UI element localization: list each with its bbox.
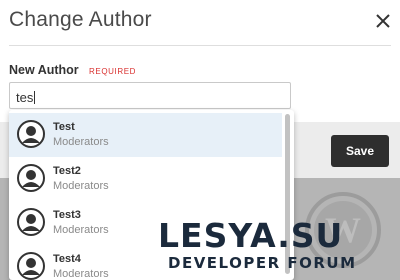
text-caret	[34, 91, 36, 104]
author-search-value: tes	[16, 90, 34, 105]
user-avatar-icon	[17, 208, 45, 236]
result-name: Test4	[53, 253, 81, 265]
new-author-label: New Author	[9, 63, 79, 77]
result-item-test[interactable]: Test Moderators	[9, 113, 282, 157]
required-badge: REQUIRED	[89, 67, 137, 76]
dialog-title: Change Author	[9, 8, 152, 31]
result-role: Moderators	[53, 268, 109, 280]
result-name: Test2	[53, 165, 81, 177]
close-icon[interactable]	[372, 10, 394, 32]
user-avatar-icon	[17, 252, 45, 280]
author-search-input[interactable]: tes	[9, 82, 291, 109]
result-name: Test3	[53, 209, 81, 221]
result-role: Moderators	[53, 136, 109, 148]
save-button[interactable]: Save	[331, 135, 389, 167]
user-avatar-icon	[17, 164, 45, 192]
user-avatar-icon	[17, 120, 45, 148]
result-role: Moderators	[53, 224, 109, 236]
result-role: Moderators	[53, 180, 109, 192]
result-name: Test	[53, 121, 75, 133]
header-divider	[9, 45, 391, 46]
watermark-title: LESYA.SU	[158, 216, 344, 255]
watermark-subtitle: DEVELOPER FORUM	[168, 254, 357, 272]
result-item-test2[interactable]: Test2 Moderators	[9, 157, 282, 201]
